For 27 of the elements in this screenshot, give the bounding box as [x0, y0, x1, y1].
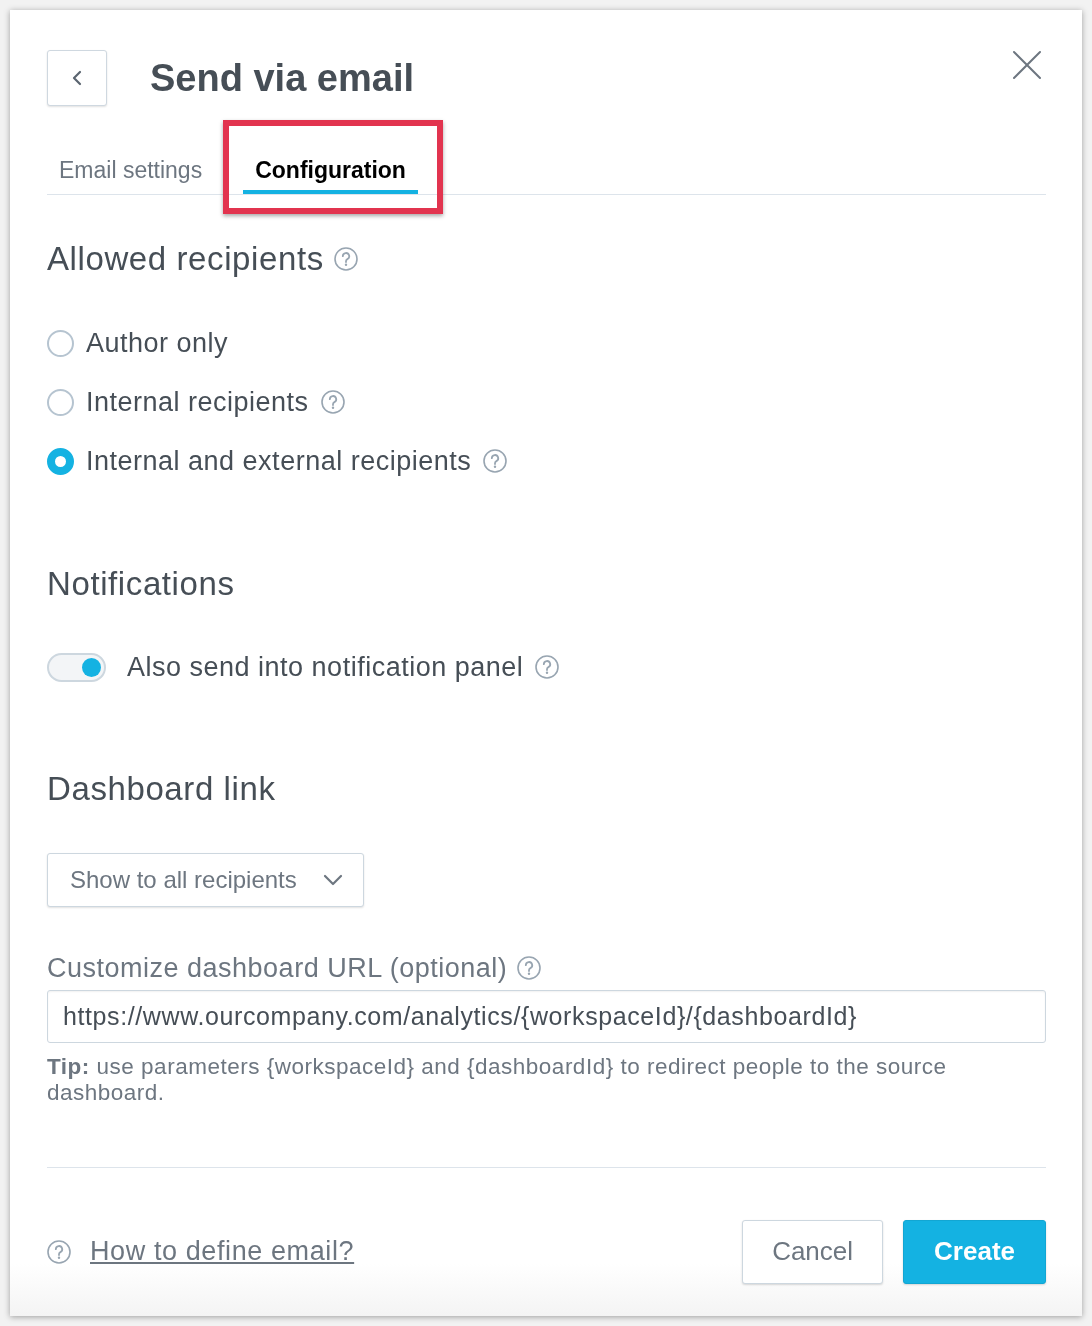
dialog-title: Send via email: [150, 59, 414, 97]
section-heading: Allowed recipients: [47, 243, 324, 275]
toggle-switch[interactable]: [47, 652, 106, 682]
tab[interactable]: Configuration: [243, 146, 418, 194]
option-label: Author only: [86, 326, 229, 360]
help-link[interactable]: How to define email?: [90, 1231, 355, 1272]
option-label: Internal and external recipients: [86, 444, 472, 478]
close-button[interactable]: [1012, 50, 1042, 80]
url-input-field[interactable]: https://www.ourcompany.com/analytics/{workspaceId}/{dashboardId}: [47, 990, 1046, 1043]
close-icon: [1012, 50, 1042, 80]
radio-button[interactable]: [47, 388, 74, 416]
radio-button[interactable]: [47, 329, 74, 357]
radio-button[interactable]: [47, 447, 74, 475]
field-label: Customize dashboard URL (optional): [47, 952, 508, 984]
section-heading: Notifications: [47, 568, 235, 600]
back-button[interactable]: [47, 50, 107, 106]
help-icon: [47, 1239, 71, 1264]
tab[interactable]: Email settings: [47, 146, 215, 194]
section-heading: Dashboard link: [47, 773, 276, 805]
chevron-down-icon: [323, 874, 343, 886]
cancel-button[interactable]: Cancel: [742, 1219, 884, 1284]
chevron-left-icon: [72, 70, 82, 86]
toggle-label: Also send into notification panel: [127, 650, 524, 684]
create-button[interactable]: Create: [903, 1219, 1046, 1284]
tip-text: Tip: use parameters {workspaceId} and {dashboardId} to redirect people to the source dashboard.: [47, 1054, 948, 1106]
dropdown[interactable]: Show to all recipients: [47, 853, 364, 907]
option-label: Internal recipients: [86, 385, 309, 419]
